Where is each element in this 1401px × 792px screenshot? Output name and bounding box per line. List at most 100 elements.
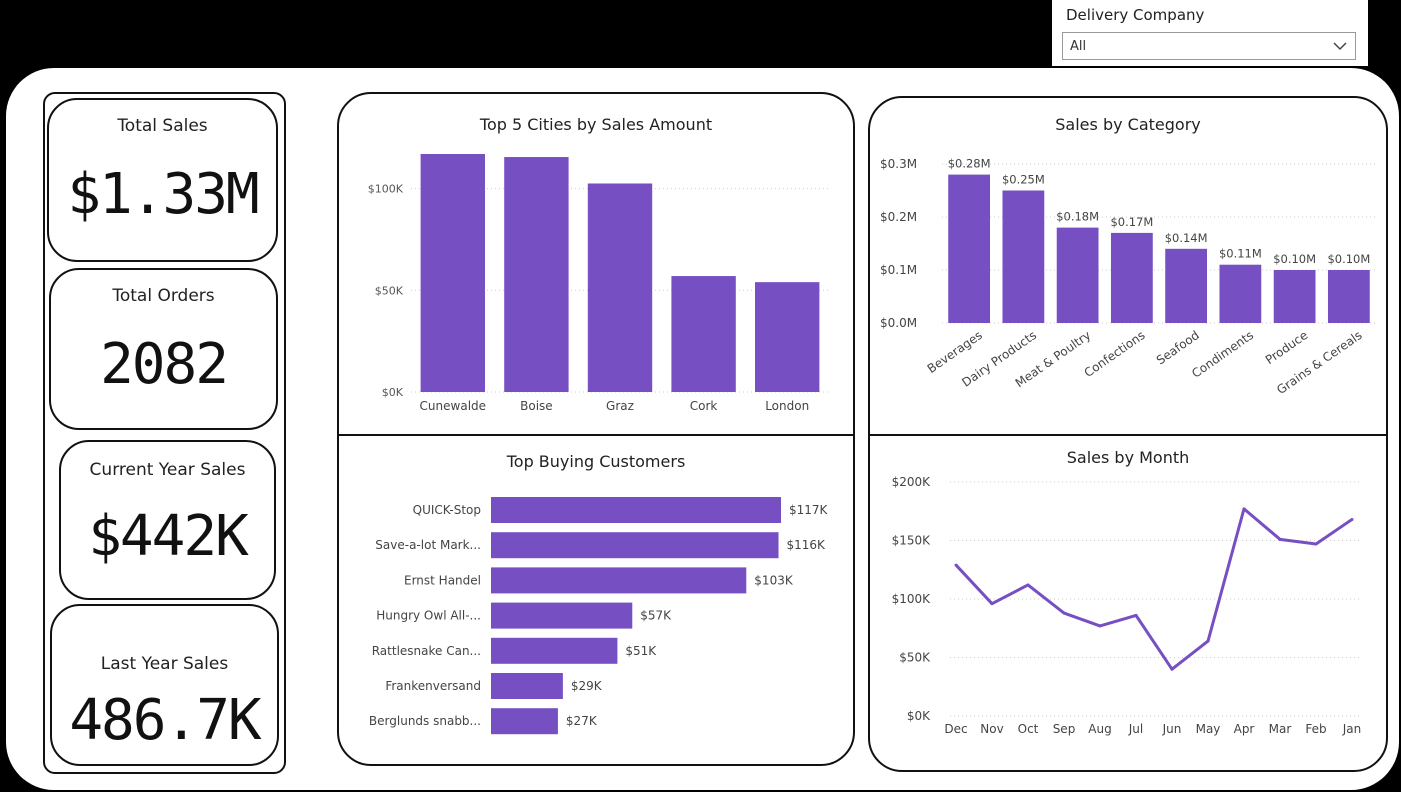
- data-label: $0.10M: [1327, 252, 1370, 266]
- delivery-company-slicer: Delivery Company All: [1052, 0, 1368, 66]
- x-tick-label: Boise: [520, 399, 553, 413]
- kpi-label: Current Year Sales: [89, 460, 246, 480]
- x-tick-label: London: [765, 399, 809, 413]
- data-point: [1206, 639, 1210, 643]
- bar: [1002, 190, 1045, 323]
- x-tick-label: Produce: [1263, 328, 1311, 367]
- x-tick-label: Dec: [944, 722, 967, 736]
- y-tick-label: $150K: [892, 534, 932, 548]
- y-tick-label: $100K: [368, 183, 404, 196]
- bar-chart-top-customers: QUICK-Stop $117K Save-a-lot Mark... $116K Er…: [369, 497, 829, 735]
- data-label: $0.11M: [1219, 247, 1262, 261]
- bar-chart-top-cities: $0K $50K $100K Cunewalde Boise Graz Cork London: [368, 154, 829, 413]
- y-tick-label: $50K: [899, 651, 931, 665]
- y-tick-label: Rattlesnake Can...: [372, 644, 481, 658]
- slicer-title: Delivery Company: [1066, 6, 1205, 24]
- kpi-label: Total Orders: [112, 286, 215, 306]
- bar: [1273, 270, 1316, 323]
- y-tick-label: Save-a-lot Mark...: [375, 538, 481, 552]
- data-label: $27K: [566, 714, 598, 728]
- bar-chart-sales-by-category: $0.0M$0.1M$0.2M$0.3M $0.28MBeverages$0.25…: [880, 157, 1376, 397]
- bar: [1056, 227, 1099, 323]
- x-tick-label: Seafood: [1154, 328, 1202, 368]
- bar: [1219, 264, 1262, 323]
- x-tick-label: Graz: [606, 399, 634, 413]
- bar: [491, 532, 779, 559]
- data-label: $0.17M: [1110, 215, 1153, 229]
- y-tick-label: Ernst Handel: [404, 573, 481, 587]
- kpi-value: 486.7K: [69, 688, 261, 753]
- bar: [587, 183, 653, 392]
- y-tick-label: $0.3M: [880, 157, 917, 171]
- y-tick-label: $0K: [907, 709, 931, 723]
- y-tick-label: QUICK-Stop: [413, 503, 481, 517]
- x-tick-label: Jul: [1128, 722, 1143, 736]
- dashboard-canvas: Total Sales $1.33M Total Orders 2082 Cur…: [6, 68, 1399, 790]
- y-tick-label: $50K: [375, 284, 404, 297]
- data-label: $103K: [754, 573, 794, 587]
- line-chart-sales-by-month: $0K $50K $100K $150K $200K Dec Nov Oct Sep Aug Jul…: [892, 475, 1362, 736]
- bar: [1110, 232, 1153, 323]
- y-tick-label: Hungry Owl All-...: [376, 609, 481, 623]
- x-tick-label: Nov: [980, 722, 1003, 736]
- y-tick-label: Frankenversand: [385, 679, 481, 693]
- x-tick-label: Confections: [1082, 328, 1148, 380]
- kpi-card-total-sales: Total Sales $1.33M: [47, 98, 278, 262]
- kpi-label: Total Sales: [117, 116, 208, 136]
- bar: [491, 602, 633, 629]
- data-label: $117K: [789, 503, 829, 517]
- data-point: [1278, 537, 1282, 541]
- x-tick-label: Jan: [1342, 722, 1362, 736]
- bar: [491, 637, 618, 664]
- bar: [504, 157, 569, 392]
- data-label: $0.14M: [1165, 231, 1208, 245]
- chevron-down-icon: [1333, 42, 1347, 51]
- x-tick-label: Feb: [1305, 722, 1326, 736]
- y-tick-label: $0.0M: [880, 316, 917, 330]
- y-tick-label: Berglunds snabb...: [369, 714, 481, 728]
- delivery-company-dropdown[interactable]: All: [1062, 32, 1356, 60]
- data-point: [990, 602, 994, 606]
- data-label: $51K: [625, 644, 657, 658]
- data-point: [1062, 611, 1066, 615]
- bar: [491, 497, 781, 523]
- data-label: $0.25M: [1002, 173, 1045, 187]
- data-point: [954, 563, 958, 567]
- y-tick-label: $100K: [892, 592, 932, 606]
- data-label: $57K: [640, 609, 672, 623]
- bar: [1165, 248, 1208, 323]
- data-point: [1098, 624, 1102, 628]
- x-tick-label: Mar: [1269, 722, 1292, 736]
- data-point: [1026, 583, 1030, 587]
- y-tick-label: $200K: [892, 475, 932, 489]
- data-label: $29K: [571, 679, 603, 693]
- x-tick-label: Oct: [1018, 722, 1039, 736]
- bar: [755, 282, 820, 392]
- chart-card-sales-by-category: Sales by Category $0.0M $0.1M $0.2M $0.3M $0…: [868, 96, 1388, 436]
- kpi-value: $1.33M: [67, 162, 259, 227]
- bar: [491, 673, 563, 699]
- data-label: $116K: [787, 538, 827, 552]
- kpi-card-last-year-sales: Last Year Sales 486.7K: [50, 604, 279, 766]
- dropdown-selected-value: All: [1070, 39, 1087, 54]
- y-tick-label: $0.1M: [880, 263, 917, 277]
- bar: [671, 276, 736, 392]
- kpi-label: Last Year Sales: [100, 654, 229, 674]
- bar: [420, 154, 485, 392]
- bar: [491, 708, 558, 735]
- x-tick-label: May: [1196, 722, 1221, 736]
- data-point: [1350, 517, 1354, 521]
- x-tick-label: Apr: [1234, 722, 1255, 736]
- x-tick-label: Cork: [690, 399, 718, 413]
- data-label: $0.10M: [1273, 252, 1316, 266]
- x-tick-label: Aug: [1088, 722, 1111, 736]
- chart-card-sales-by-month: Sales by Month $0K $50K $100K $150K $200K Dec…: [868, 434, 1388, 772]
- kpi-value: 2082: [100, 332, 229, 397]
- chart-card-top-cities: Top 5 Cities by Sales Amount $0K $50K $100…: [337, 92, 855, 438]
- data-point: [1134, 613, 1138, 617]
- data-point: [1242, 507, 1246, 511]
- series-line: [954, 507, 1353, 671]
- data-label: $0.28M: [948, 157, 991, 171]
- bar: [948, 174, 991, 323]
- x-tick-label: Sep: [1053, 722, 1076, 736]
